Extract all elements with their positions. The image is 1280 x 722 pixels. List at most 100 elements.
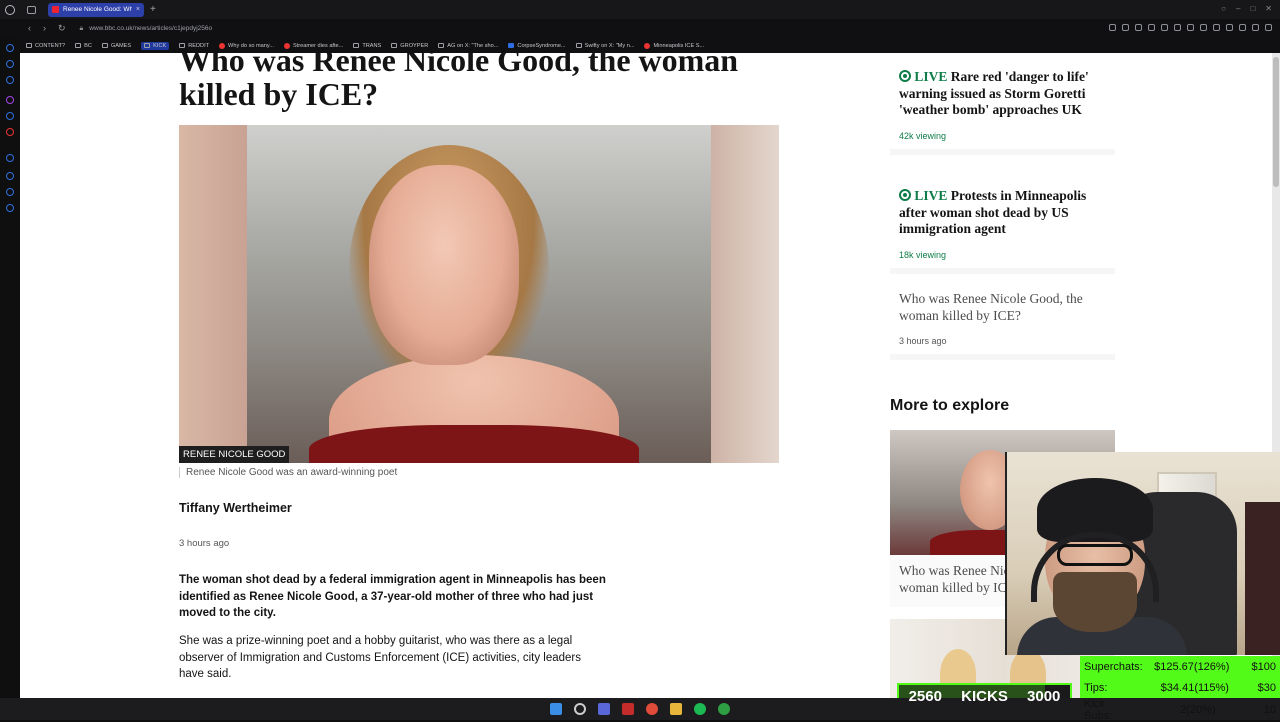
tips-label: Tips: [1084, 681, 1108, 694]
bookmark-item[interactable]: CONTENT? [26, 43, 65, 49]
sidebar-pin-icon[interactable] [6, 188, 14, 196]
superchats-value: $125.67(126%) [1154, 660, 1230, 673]
bookmark-item[interactable]: BC [75, 43, 92, 49]
bookmark-label: CONTENT? [35, 42, 66, 49]
bookmark-label: CorpseSyndrome... [517, 42, 566, 49]
extension-icon[interactable] [1109, 24, 1116, 31]
bookmark-item[interactable]: Swifty on X: "My n... [575, 42, 635, 49]
sidebar-card-current[interactable]: Who was Renee Nicole Good, the woman kil… [890, 283, 1115, 360]
lock-icon: 🔒︎ [79, 24, 84, 32]
tab-title: Renee Nicole Good: Who w [63, 6, 132, 13]
image-name-tag: RENEE NICOLE GOOD [179, 446, 290, 463]
image-caption: Renee Nicole Good was an award-winning p… [179, 467, 397, 478]
scrollbar-thumb[interactable] [1273, 57, 1279, 187]
screenshot-icon[interactable] [1161, 24, 1168, 31]
chrome-icon[interactable] [646, 703, 658, 715]
bookmark-item[interactable]: KICK [141, 41, 170, 50]
bookmark-label: REDDIT [188, 42, 210, 49]
search-icon[interactable] [574, 703, 586, 715]
sidebar-clock-icon[interactable] [6, 154, 14, 162]
tab-close-icon[interactable]: × [136, 6, 140, 13]
reader-icon[interactable] [1135, 24, 1142, 31]
bookmark-item[interactable]: TRANS [353, 43, 381, 49]
bookmark-label: GROYPER [400, 42, 429, 49]
bookmark-item[interactable]: AG on X: "The sho... [438, 43, 498, 49]
url-input[interactable]: www.bbc.co.uk/news/articles/c1jepdyj256o [89, 25, 212, 32]
shield-icon[interactable] [1174, 24, 1181, 31]
live-label: LIVE [914, 188, 948, 203]
bookmark-label: Minneapolis ICE S... [653, 42, 705, 49]
folder-icon [144, 43, 151, 48]
bookmark-item[interactable]: Why do so many... [219, 42, 274, 49]
tips-goal: $30 [1257, 681, 1276, 694]
folder-icon [26, 43, 32, 48]
sidebar-instagram-icon[interactable] [6, 128, 14, 136]
bookmark-label: AG on X: "The sho... [447, 42, 499, 49]
bookmark-label: Swifty on X: "My n... [584, 42, 635, 49]
viewing-count: 42k viewing [899, 130, 947, 141]
play-icon[interactable] [1187, 24, 1194, 31]
sidebar-home-icon[interactable] [6, 44, 14, 52]
sidebar-player-icon[interactable] [6, 172, 14, 180]
live-icon [899, 70, 911, 82]
sidebar-star-icon[interactable] [6, 60, 14, 68]
sidebar-history-icon[interactable] [6, 76, 14, 84]
bookmark-item[interactable]: GROYPER [391, 43, 428, 49]
sidebar-messenger-icon[interactable] [6, 112, 14, 120]
new-tab-button[interactable]: + [150, 4, 156, 15]
article-paragraph: She was a prize-winning poet and a hobby… [179, 635, 582, 680]
search-icon[interactable]: ○ [1221, 4, 1226, 13]
bookmark-label: Streamer dies afte... [292, 42, 344, 49]
bookmark-item[interactable]: Minneapolis ICE S... [644, 42, 705, 49]
windows-start-icon[interactable] [550, 703, 562, 715]
volume-icon[interactable] [1226, 24, 1233, 31]
reddit-icon [283, 42, 290, 49]
file-explorer-icon[interactable] [670, 703, 682, 715]
sidebar-twitch-icon[interactable] [6, 96, 14, 104]
minimize-icon[interactable]: – [1236, 4, 1240, 13]
youtube-icon [219, 42, 226, 49]
ai-icon[interactable] [1252, 24, 1259, 31]
superchats-row: Superchats: $125.67(126%) $100 [1080, 656, 1280, 677]
sidebar-card-protests[interactable]: LIVE Protests in Minneapolis after woman… [890, 180, 1115, 274]
close-icon[interactable]: ✕ [1265, 4, 1272, 13]
article-lead: The woman shot dead by a federal immigra… [179, 574, 606, 619]
live-label: LIVE [914, 69, 948, 84]
browser-sidebar [0, 38, 20, 698]
opera-icon[interactable] [622, 703, 634, 715]
sidebar-settings-icon[interactable] [6, 204, 14, 212]
kicks-label: KICKS [961, 688, 1008, 705]
forward-button[interactable]: › [43, 23, 46, 34]
author-byline[interactable]: Tiffany Wertheimer [179, 501, 292, 515]
maximize-icon[interactable]: □ [1250, 4, 1255, 13]
kick-subs-goal: 10 [1263, 703, 1276, 716]
hero-image: RENEE NICOLE GOOD [179, 125, 779, 463]
bookmark-item[interactable]: CorpseSyndrome... [508, 42, 566, 49]
spotify-icon[interactable] [694, 703, 706, 715]
back-button[interactable]: ‹ [28, 23, 31, 34]
download-icon[interactable] [1213, 24, 1220, 31]
heart-icon[interactable] [1200, 24, 1207, 31]
messenger-icon[interactable] [1239, 24, 1246, 31]
tab-active[interactable]: Renee Nicole Good: Who w × [48, 2, 144, 17]
discord-icon[interactable] [598, 703, 610, 715]
tab-list-icon[interactable] [27, 5, 36, 14]
folder-icon [353, 43, 360, 48]
bookmark-icon[interactable] [1148, 24, 1155, 31]
kicks-current: 2560 [908, 688, 942, 705]
page-icon [508, 43, 515, 48]
youtube-icon [644, 42, 651, 49]
xbox-icon[interactable] [718, 703, 730, 715]
live-icon [899, 189, 911, 201]
browser-logo-icon[interactable] [5, 4, 15, 15]
bookmark-item[interactable]: GAMES [101, 43, 131, 49]
sidebar-card-storm[interactable]: LIVE Rare red 'danger to life' warning i… [890, 61, 1115, 155]
card-timestamp: 3 hours ago [899, 336, 947, 346]
menu-icon[interactable] [1265, 24, 1272, 31]
folder-icon [179, 43, 186, 48]
bookmark-item[interactable]: REDDIT [179, 43, 209, 49]
folder-icon [75, 43, 82, 48]
reload-button[interactable]: ↻ [58, 23, 66, 34]
zoom-icon[interactable] [1122, 24, 1129, 31]
bookmark-item[interactable]: Streamer dies afte... [283, 42, 344, 49]
